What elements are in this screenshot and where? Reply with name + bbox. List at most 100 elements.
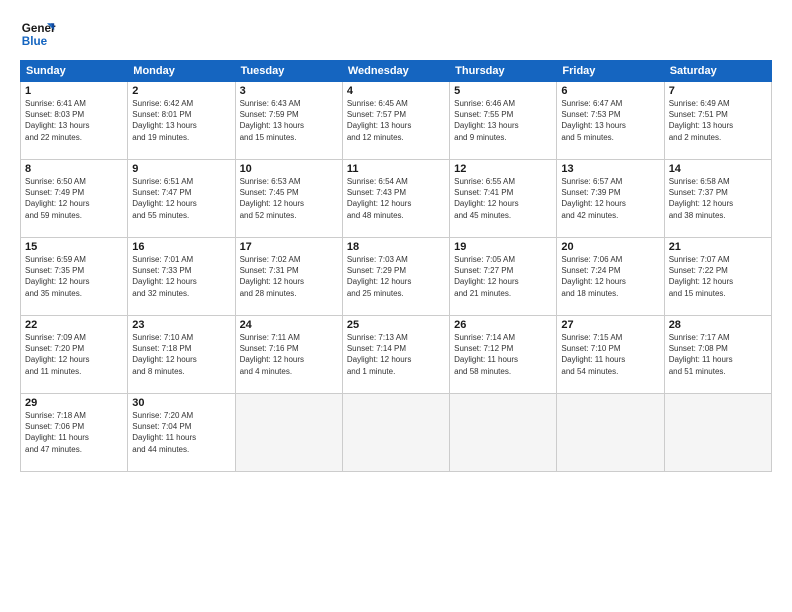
calendar-cell: 1Sunrise: 6:41 AM Sunset: 8:03 PM Daylig…: [21, 82, 128, 160]
day-info: Sunrise: 7:09 AM Sunset: 7:20 PM Dayligh…: [25, 332, 123, 377]
weekday-header: Friday: [557, 61, 664, 82]
day-info: Sunrise: 6:43 AM Sunset: 7:59 PM Dayligh…: [240, 98, 338, 143]
day-number: 22: [25, 319, 123, 331]
day-number: 23: [132, 319, 230, 331]
day-number: 27: [561, 319, 659, 331]
day-info: Sunrise: 7:03 AM Sunset: 7:29 PM Dayligh…: [347, 254, 445, 299]
calendar-cell: 21Sunrise: 7:07 AM Sunset: 7:22 PM Dayli…: [664, 238, 771, 316]
day-number: 8: [25, 163, 123, 175]
day-info: Sunrise: 7:02 AM Sunset: 7:31 PM Dayligh…: [240, 254, 338, 299]
day-number: 20: [561, 241, 659, 253]
day-info: Sunrise: 7:18 AM Sunset: 7:06 PM Dayligh…: [25, 410, 123, 455]
day-info: Sunrise: 6:49 AM Sunset: 7:51 PM Dayligh…: [669, 98, 767, 143]
day-info: Sunrise: 6:46 AM Sunset: 7:55 PM Dayligh…: [454, 98, 552, 143]
logo-icon: General Blue: [20, 16, 56, 52]
calendar-table: SundayMondayTuesdayWednesdayThursdayFrid…: [20, 60, 772, 472]
day-number: 19: [454, 241, 552, 253]
calendar-cell: 19Sunrise: 7:05 AM Sunset: 7:27 PM Dayli…: [450, 238, 557, 316]
day-number: 17: [240, 241, 338, 253]
calendar-cell: 26Sunrise: 7:14 AM Sunset: 7:12 PM Dayli…: [450, 316, 557, 394]
calendar-cell: 13Sunrise: 6:57 AM Sunset: 7:39 PM Dayli…: [557, 160, 664, 238]
day-number: 2: [132, 85, 230, 97]
day-info: Sunrise: 7:13 AM Sunset: 7:14 PM Dayligh…: [347, 332, 445, 377]
calendar-cell: 3Sunrise: 6:43 AM Sunset: 7:59 PM Daylig…: [235, 82, 342, 160]
day-info: Sunrise: 6:42 AM Sunset: 8:01 PM Dayligh…: [132, 98, 230, 143]
day-info: Sunrise: 6:59 AM Sunset: 7:35 PM Dayligh…: [25, 254, 123, 299]
weekday-header: Thursday: [450, 61, 557, 82]
day-info: Sunrise: 7:14 AM Sunset: 7:12 PM Dayligh…: [454, 332, 552, 377]
calendar-cell: 9Sunrise: 6:51 AM Sunset: 7:47 PM Daylig…: [128, 160, 235, 238]
day-number: 7: [669, 85, 767, 97]
day-info: Sunrise: 6:53 AM Sunset: 7:45 PM Dayligh…: [240, 176, 338, 221]
calendar-cell: [557, 394, 664, 472]
day-number: 30: [132, 397, 230, 409]
calendar-cell: 2Sunrise: 6:42 AM Sunset: 8:01 PM Daylig…: [128, 82, 235, 160]
day-info: Sunrise: 7:20 AM Sunset: 7:04 PM Dayligh…: [132, 410, 230, 455]
calendar-cell: 11Sunrise: 6:54 AM Sunset: 7:43 PM Dayli…: [342, 160, 449, 238]
day-info: Sunrise: 6:58 AM Sunset: 7:37 PM Dayligh…: [669, 176, 767, 221]
day-info: Sunrise: 7:07 AM Sunset: 7:22 PM Dayligh…: [669, 254, 767, 299]
day-number: 24: [240, 319, 338, 331]
day-info: Sunrise: 7:06 AM Sunset: 7:24 PM Dayligh…: [561, 254, 659, 299]
calendar-cell: [664, 394, 771, 472]
day-number: 10: [240, 163, 338, 175]
calendar-cell: 29Sunrise: 7:18 AM Sunset: 7:06 PM Dayli…: [21, 394, 128, 472]
day-info: Sunrise: 7:17 AM Sunset: 7:08 PM Dayligh…: [669, 332, 767, 377]
calendar-cell: 23Sunrise: 7:10 AM Sunset: 7:18 PM Dayli…: [128, 316, 235, 394]
calendar-cell: 25Sunrise: 7:13 AM Sunset: 7:14 PM Dayli…: [342, 316, 449, 394]
day-number: 1: [25, 85, 123, 97]
calendar-cell: 4Sunrise: 6:45 AM Sunset: 7:57 PM Daylig…: [342, 82, 449, 160]
day-info: Sunrise: 6:41 AM Sunset: 8:03 PM Dayligh…: [25, 98, 123, 143]
day-info: Sunrise: 6:47 AM Sunset: 7:53 PM Dayligh…: [561, 98, 659, 143]
calendar-cell: 24Sunrise: 7:11 AM Sunset: 7:16 PM Dayli…: [235, 316, 342, 394]
weekday-header: Sunday: [21, 61, 128, 82]
day-number: 12: [454, 163, 552, 175]
day-info: Sunrise: 6:45 AM Sunset: 7:57 PM Dayligh…: [347, 98, 445, 143]
day-number: 13: [561, 163, 659, 175]
svg-text:Blue: Blue: [22, 35, 48, 48]
calendar-cell: 5Sunrise: 6:46 AM Sunset: 7:55 PM Daylig…: [450, 82, 557, 160]
calendar-cell: 10Sunrise: 6:53 AM Sunset: 7:45 PM Dayli…: [235, 160, 342, 238]
day-info: Sunrise: 7:01 AM Sunset: 7:33 PM Dayligh…: [132, 254, 230, 299]
calendar-cell: 30Sunrise: 7:20 AM Sunset: 7:04 PM Dayli…: [128, 394, 235, 472]
logo: General Blue: [20, 16, 56, 52]
day-number: 28: [669, 319, 767, 331]
calendar-cell: 15Sunrise: 6:59 AM Sunset: 7:35 PM Dayli…: [21, 238, 128, 316]
day-info: Sunrise: 6:50 AM Sunset: 7:49 PM Dayligh…: [25, 176, 123, 221]
day-number: 21: [669, 241, 767, 253]
day-info: Sunrise: 6:54 AM Sunset: 7:43 PM Dayligh…: [347, 176, 445, 221]
header: General Blue: [20, 16, 772, 52]
day-info: Sunrise: 6:55 AM Sunset: 7:41 PM Dayligh…: [454, 176, 552, 221]
day-number: 16: [132, 241, 230, 253]
calendar-cell: [235, 394, 342, 472]
calendar-cell: 16Sunrise: 7:01 AM Sunset: 7:33 PM Dayli…: [128, 238, 235, 316]
page: General Blue SundayMondayTuesdayWednesda…: [0, 0, 792, 612]
calendar-cell: 28Sunrise: 7:17 AM Sunset: 7:08 PM Dayli…: [664, 316, 771, 394]
day-number: 25: [347, 319, 445, 331]
day-number: 11: [347, 163, 445, 175]
day-info: Sunrise: 6:51 AM Sunset: 7:47 PM Dayligh…: [132, 176, 230, 221]
day-number: 9: [132, 163, 230, 175]
weekday-header: Tuesday: [235, 61, 342, 82]
day-number: 18: [347, 241, 445, 253]
calendar-cell: 27Sunrise: 7:15 AM Sunset: 7:10 PM Dayli…: [557, 316, 664, 394]
day-info: Sunrise: 7:11 AM Sunset: 7:16 PM Dayligh…: [240, 332, 338, 377]
day-number: 3: [240, 85, 338, 97]
calendar-cell: 18Sunrise: 7:03 AM Sunset: 7:29 PM Dayli…: [342, 238, 449, 316]
weekday-header: Monday: [128, 61, 235, 82]
day-number: 14: [669, 163, 767, 175]
day-info: Sunrise: 6:57 AM Sunset: 7:39 PM Dayligh…: [561, 176, 659, 221]
weekday-header: Saturday: [664, 61, 771, 82]
weekday-header: Wednesday: [342, 61, 449, 82]
calendar-cell: 14Sunrise: 6:58 AM Sunset: 7:37 PM Dayli…: [664, 160, 771, 238]
day-number: 4: [347, 85, 445, 97]
day-info: Sunrise: 7:15 AM Sunset: 7:10 PM Dayligh…: [561, 332, 659, 377]
calendar-cell: 7Sunrise: 6:49 AM Sunset: 7:51 PM Daylig…: [664, 82, 771, 160]
day-number: 26: [454, 319, 552, 331]
calendar-cell: [450, 394, 557, 472]
day-number: 29: [25, 397, 123, 409]
calendar-cell: 20Sunrise: 7:06 AM Sunset: 7:24 PM Dayli…: [557, 238, 664, 316]
calendar-cell: 8Sunrise: 6:50 AM Sunset: 7:49 PM Daylig…: [21, 160, 128, 238]
day-info: Sunrise: 7:10 AM Sunset: 7:18 PM Dayligh…: [132, 332, 230, 377]
calendar-cell: 12Sunrise: 6:55 AM Sunset: 7:41 PM Dayli…: [450, 160, 557, 238]
